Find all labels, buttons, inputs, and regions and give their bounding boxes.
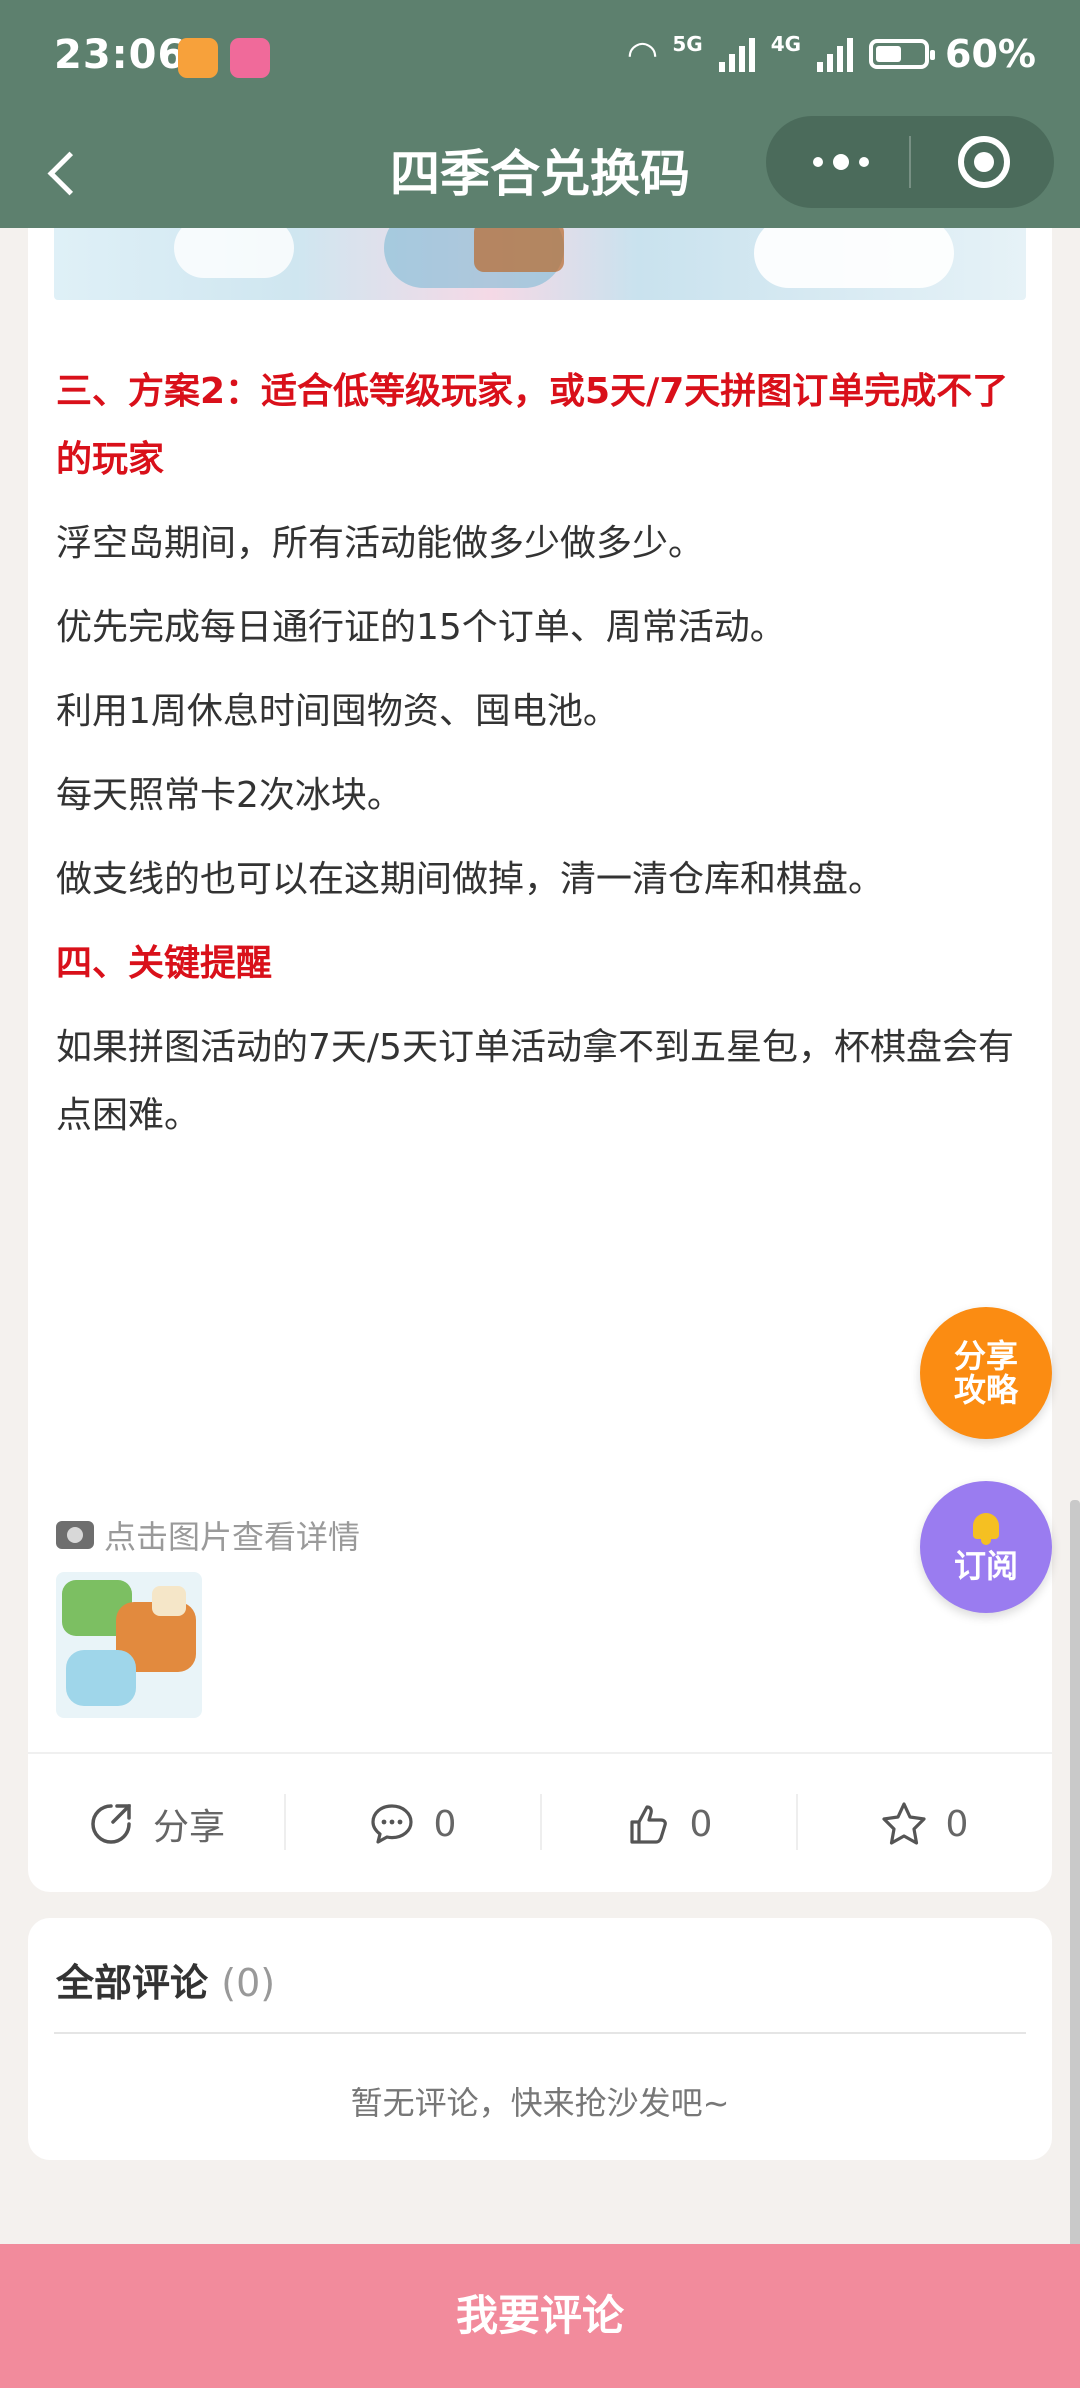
paragraph: 每天照常卡2次冰块。: [56, 775, 403, 816]
comments-card: 全部评论 (0) 暂无评论，快来抢沙发吧~: [28, 1918, 1052, 2160]
share-label: 分享: [152, 1807, 225, 1848]
write-comment-button[interactable]: 我要评论: [0, 2244, 1080, 2388]
comments-count: (0): [221, 1961, 276, 2005]
section-3-heading: 三、方案2：适合低等级玩家，或5天/7天拼图订单完成不了的玩家: [56, 371, 1009, 480]
signal-5g-icon: [718, 36, 755, 72]
paragraph: 做支线的也可以在这期间做掉，清一清仓库和棋盘。: [56, 859, 885, 900]
bell-icon: [969, 1511, 1003, 1545]
signal-4g-icon: [817, 36, 854, 72]
share-guide-line2: 攻略: [953, 1371, 1018, 1409]
capsule-divider: [909, 136, 911, 188]
more-options-icon[interactable]: [796, 138, 886, 186]
mini-program-capsule: [766, 116, 1054, 208]
notification-app-icon: [178, 38, 218, 78]
section-4-heading: 四、关键提醒: [56, 943, 273, 984]
favorite-button[interactable]: 0: [796, 1754, 1052, 1894]
share-guide-line1: 分享: [953, 1337, 1018, 1375]
image-hint: 点击图片查看详情: [56, 1512, 360, 1558]
comment-count: 0: [433, 1803, 457, 1845]
status-right: ◠ 5G 4G 60%: [629, 32, 1036, 76]
paragraph: 浮空岛期间，所有活动能做多少做多少。: [56, 523, 705, 564]
paragraph: 如果拼图活动的7天/5天订单活动拿不到五星包，杯棋盘会有点困难。: [56, 1027, 1014, 1136]
top-bar: 23:06 ◠ 5G 4G 60% 四季合兑换码: [0, 0, 1080, 228]
scrollbar[interactable]: [1070, 1500, 1080, 2280]
title-bar: 四季合兑换码: [0, 116, 1080, 228]
bilibili-app-icon: [230, 38, 270, 78]
article-content: 三、方案2：适合低等级玩家，或5天/7天拼图订单完成不了的玩家 浮空岛期间，所有…: [56, 358, 1026, 1150]
share-icon: [91, 1804, 131, 1844]
article-card: 三、方案2：适合低等级玩家，或5天/7天拼图订单完成不了的玩家 浮空岛期间，所有…: [28, 228, 1052, 1892]
share-button[interactable]: 分享: [28, 1754, 284, 1894]
divider: [54, 2032, 1026, 2034]
subscribe-label: 订阅: [953, 1547, 1018, 1585]
close-mini-program-icon[interactable]: [958, 136, 1010, 188]
status-bar: 23:06 ◠ 5G 4G 60%: [0, 0, 1080, 120]
wifi-icon: ◠: [628, 33, 657, 75]
battery-level: [876, 46, 902, 62]
comments-title: 全部评论 (0): [56, 1952, 275, 2007]
camera-icon: [56, 1521, 94, 1549]
article-actions: 分享 0 0 0: [28, 1752, 1052, 1894]
comment-icon: [370, 1804, 413, 1844]
image-hint-text: 点击图片查看详情: [104, 1518, 361, 1556]
paragraph: 利用1周休息时间囤物资、囤电池。: [56, 691, 619, 732]
paragraph: 优先完成每日通行证的15个订单、周常活动。: [56, 607, 786, 648]
article-banner-image[interactable]: [54, 228, 1026, 300]
status-time: 23:06: [54, 32, 187, 78]
subscribe-button[interactable]: 订阅: [920, 1481, 1052, 1613]
comments-title-text: 全部评论: [56, 1961, 209, 2005]
thumbs-up-icon: [629, 1805, 667, 1844]
comment-button[interactable]: 0: [284, 1754, 540, 1894]
favorite-count: 0: [945, 1803, 969, 1845]
network-4g-label: 4G: [770, 32, 802, 56]
article-thumbnail-image[interactable]: [56, 1572, 202, 1718]
comments-empty-text: 暂无评论，快来抢沙发吧~: [350, 2084, 730, 2122]
like-count: 0: [689, 1803, 713, 1845]
battery-percent: 60%: [945, 32, 1036, 76]
star-icon: [881, 1802, 926, 1845]
battery-icon: [869, 39, 936, 69]
network-5g-label: 5G: [672, 32, 703, 56]
like-button[interactable]: 0: [540, 1754, 796, 1894]
share-guide-button[interactable]: 分享 攻略: [920, 1307, 1052, 1439]
